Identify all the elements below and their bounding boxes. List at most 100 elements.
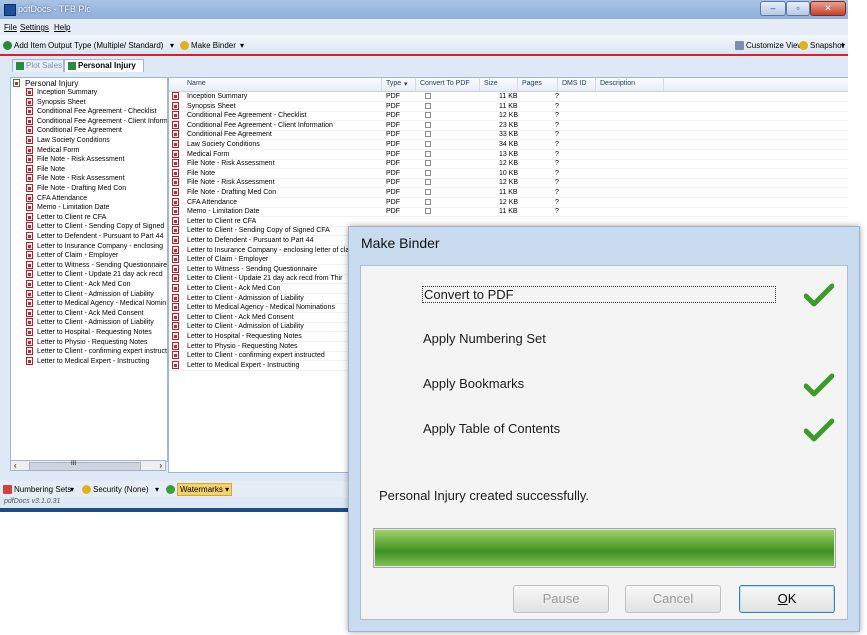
scrollbar-thumb[interactable] bbox=[29, 462, 141, 471]
tree-item[interactable]: Letter to Defendent - Pursuant to Part 4… bbox=[26, 232, 163, 241]
column-header-pages[interactable]: Pages bbox=[522, 80, 542, 87]
security-button[interactable]: Security (None) bbox=[93, 485, 149, 494]
convert-to-pdf-checkbox[interactable] bbox=[425, 102, 431, 109]
cell-name: Letter to Witness - Sending Questionnair… bbox=[187, 265, 317, 273]
table-row[interactable]: Conditional Fee Agreement - Client Infor… bbox=[169, 120, 848, 131]
table-row[interactable]: CFA Attendance PDF 12 KB? bbox=[169, 197, 848, 208]
security-chevron-icon[interactable]: ▾ bbox=[155, 485, 159, 494]
tree-item[interactable]: File Note - Drafting Med Con bbox=[26, 184, 126, 193]
column-header-convert-to-pdf[interactable]: Convert To PDF bbox=[420, 80, 470, 87]
tree-item[interactable]: Letter to Client - Admission of Liabilit… bbox=[26, 289, 154, 299]
tab-personal-injury[interactable]: Personal Injury bbox=[64, 59, 144, 72]
ok-button-label: K bbox=[787, 591, 797, 606]
tree-item[interactable]: CFA Attendance bbox=[26, 193, 87, 203]
scroll-left-icon[interactable]: ‹ bbox=[14, 461, 17, 470]
table-row[interactable]: File Note PDF 10 KB? bbox=[169, 168, 848, 179]
cancel-button[interactable]: Cancel bbox=[625, 585, 721, 613]
scroll-right-icon[interactable]: › bbox=[159, 461, 162, 470]
tree-item[interactable]: Letter to Client - Sending Copy of Signe… bbox=[26, 222, 164, 231]
cell-name: Letter of Claim - Employer bbox=[187, 256, 269, 264]
tree-item[interactable]: Conditional Fee Agreement - Checklist bbox=[26, 107, 156, 116]
tree-item[interactable]: Letter to Client - Admission of Liabilit… bbox=[26, 318, 154, 327]
ok-button[interactable]: OK bbox=[739, 585, 835, 613]
snapshot-chevron-icon[interactable]: ▾ bbox=[841, 41, 845, 50]
convert-to-pdf-checkbox[interactable] bbox=[425, 160, 431, 167]
convert-to-pdf-checkbox[interactable] bbox=[425, 121, 431, 128]
convert-to-pdf-checkbox[interactable] bbox=[425, 131, 431, 138]
convert-to-pdf-checkbox[interactable] bbox=[425, 179, 431, 186]
convert-to-pdf-checkbox[interactable] bbox=[425, 198, 431, 205]
tree-item[interactable]: Conditional Fee Agreement - Client Infor… bbox=[26, 116, 167, 126]
tree-item[interactable]: Letter to Client - Ack Med Con bbox=[26, 280, 130, 289]
cell-pages: ? bbox=[555, 150, 559, 158]
column-header-name[interactable]: Name bbox=[187, 80, 206, 87]
tree-item[interactable]: Letter to Medical Agency - Medical Nomin bbox=[26, 299, 166, 308]
watermarks-button[interactable]: Watermarks ▾ bbox=[177, 483, 233, 496]
tree-item-label: Letter to Insurance Company - enclosing bbox=[37, 242, 164, 250]
column-header-type[interactable]: Type bbox=[386, 80, 401, 87]
output-type-dropdown[interactable]: Output Type (Multiple/ Standard) bbox=[48, 41, 163, 50]
make-binder-button[interactable]: Make Binder bbox=[191, 41, 236, 50]
tab-plot-sales[interactable]: Plot Sales bbox=[12, 59, 64, 72]
tree-horizontal-scrollbar[interactable]: ‹ III › bbox=[10, 460, 166, 471]
cell-pages: ? bbox=[555, 198, 559, 206]
table-row[interactable]: File Note - Drafting Med Con PDF 11 KB? bbox=[169, 188, 848, 198]
tree-item[interactable]: Memo - Limitation Date bbox=[26, 203, 109, 212]
tree-root-personal-injury[interactable]: Personal Injury bbox=[13, 79, 78, 88]
numbering-sets-chevron-icon[interactable]: ▾ bbox=[70, 485, 74, 494]
tree-item[interactable]: Letter to Medical Expert - Instructing bbox=[26, 356, 149, 366]
table-row[interactable]: Law Society Conditions PDF 34 KB? bbox=[169, 140, 848, 150]
column-header-description[interactable]: Description bbox=[600, 80, 635, 87]
snapshot-button[interactable]: Snapshot bbox=[810, 41, 844, 50]
menu-file[interactable]: File bbox=[4, 23, 17, 32]
add-item-button[interactable]: Add Item bbox=[14, 41, 46, 50]
tree-item[interactable]: File Note - Risk Assessment bbox=[26, 174, 125, 183]
menu-help[interactable]: Help bbox=[54, 23, 70, 32]
numbering-sets-button[interactable]: Numbering Sets bbox=[14, 485, 71, 494]
table-row[interactable]: Memo - Limitation Date PDF 11 KB? bbox=[169, 207, 848, 218]
tree-item[interactable]: Letter to Insurance Company - enclosing bbox=[26, 241, 164, 251]
convert-to-pdf-checkbox[interactable] bbox=[425, 141, 431, 147]
tree-item[interactable]: Conditional Fee Agreement bbox=[26, 126, 122, 135]
table-row[interactable]: File Note - Risk Assessment PDF 12 KB? bbox=[169, 178, 848, 189]
tree-item[interactable]: Law Society Conditions bbox=[26, 136, 110, 145]
convert-to-pdf-checkbox[interactable] bbox=[425, 150, 431, 157]
cell-type: PDF bbox=[386, 121, 400, 129]
table-row[interactable]: Conditional Fee Agreement PDF 33 KB? bbox=[169, 130, 848, 141]
pause-button[interactable]: Pause bbox=[513, 585, 609, 613]
tree-item[interactable]: Medical Form bbox=[26, 145, 79, 155]
close-button[interactable]: ✕ bbox=[810, 1, 846, 16]
menu-settings[interactable]: Settings bbox=[20, 23, 49, 32]
table-row[interactable]: Synopsis Sheet PDF 11 KB? bbox=[169, 101, 848, 112]
output-type-chevron-icon[interactable]: ▾ bbox=[170, 41, 174, 50]
tree-item[interactable]: Letter to Physio - Requesting Notes bbox=[26, 337, 148, 347]
tree-item[interactable]: Inception Summary bbox=[26, 88, 97, 97]
document-tree[interactable]: Personal Injury Inception Summary Synopsi… bbox=[10, 77, 168, 462]
convert-to-pdf-checkbox[interactable] bbox=[425, 208, 431, 215]
table-row[interactable]: Conditional Fee Agreement - Checklist PDF… bbox=[169, 111, 848, 122]
customize-view-button[interactable]: Customize View bbox=[746, 41, 803, 50]
make-binder-dialog: Make Binder Convert to PDF Apply Numberi… bbox=[348, 226, 860, 632]
tree-item[interactable]: Letter to Client - Update 21 day ack rec… bbox=[26, 270, 163, 279]
convert-to-pdf-checkbox[interactable] bbox=[425, 169, 431, 176]
tree-item[interactable]: Letter of Claim - Employer bbox=[26, 251, 118, 260]
tree-item[interactable]: Letter to Client - confirming expert ins… bbox=[26, 347, 167, 356]
tree-item[interactable]: Letter to Hospital - Requesting Notes bbox=[26, 328, 152, 337]
convert-to-pdf-checkbox[interactable] bbox=[425, 189, 431, 195]
column-header-dms-id[interactable]: DMS ID bbox=[562, 80, 587, 87]
tree-item[interactable]: File Note - Risk Assessment bbox=[26, 155, 125, 164]
column-header-size[interactable]: Size bbox=[484, 80, 498, 87]
minimize-button[interactable]: – bbox=[760, 1, 786, 16]
tree-item[interactable]: File Note bbox=[26, 164, 65, 174]
maximize-button[interactable]: ▫ bbox=[786, 1, 810, 16]
tree-item[interactable]: Letter to Client - Ack Med Consent bbox=[26, 308, 144, 318]
convert-to-pdf-checkbox[interactable] bbox=[425, 93, 431, 99]
tree-item[interactable]: Letter to Client re CFA bbox=[26, 212, 106, 222]
table-row[interactable]: File Note - Risk Assessment PDF 12 KB? bbox=[169, 159, 848, 170]
convert-to-pdf-checkbox[interactable] bbox=[425, 112, 431, 119]
tree-item[interactable]: Synopsis Sheet bbox=[26, 97, 86, 107]
make-binder-chevron-icon[interactable]: ▾ bbox=[240, 41, 244, 50]
table-row[interactable]: Medical Form PDF 13 KB? bbox=[169, 149, 848, 160]
table-row[interactable]: Inception Summary PDF 11 KB? bbox=[169, 92, 848, 102]
tree-item[interactable]: Letter to Witness - Sending Questionnair… bbox=[26, 260, 167, 270]
